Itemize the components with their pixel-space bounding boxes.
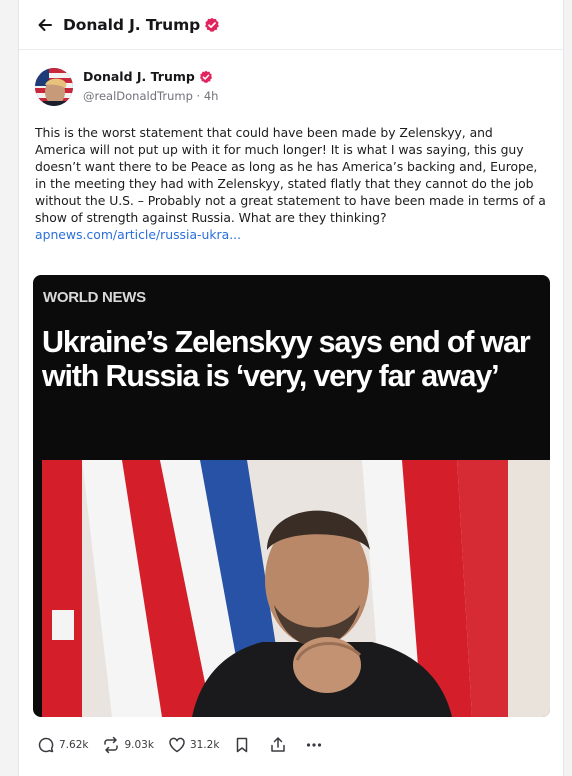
share-icon [271, 737, 286, 752]
bookmark-button[interactable] [233, 736, 251, 754]
post-actions: 7.62k 9.03k 31.2k [37, 736, 341, 754]
post-age[interactable]: 4h [204, 89, 219, 103]
author-name[interactable]: Donald J. Trump [83, 69, 218, 84]
author-handle[interactable]: @realDonaldTrump [83, 89, 193, 103]
repost-icon [104, 736, 119, 754]
like-button[interactable]: 31.2k [168, 736, 219, 754]
more-horizontal-icon [307, 743, 322, 747]
post: Donald J. Trump @realDonaldTrump · 4h Th… [19, 50, 563, 242]
card-headline: Ukraine’s Zelenskyy says end of war with… [42, 325, 531, 393]
post-link[interactable]: apnews.com/article/russia-ukra... [35, 227, 563, 242]
like-count: 31.2k [189, 739, 220, 751]
card-photo [42, 460, 550, 717]
link-preview-card[interactable]: WORLD NEWS Ukraine’s Zelenskyy says end … [33, 275, 550, 717]
repost-count: 9.03k [124, 739, 154, 751]
card-kicker: WORLD NEWS [43, 289, 146, 306]
more-options-button[interactable] [305, 736, 323, 754]
author-meta: Donald J. Trump @realDonaldTrump · 4h [83, 69, 218, 103]
bookmark-icon [237, 737, 248, 753]
share-button[interactable] [269, 736, 287, 754]
reply-button[interactable]: 7.62k [37, 736, 88, 754]
meta-separator: · [196, 89, 201, 103]
repost-button[interactable]: 9.03k [102, 736, 154, 754]
page-title: Donald J. Trump [63, 15, 201, 34]
arrow-left-icon [38, 18, 52, 31]
author-handle-row: @realDonaldTrump · 4h [83, 89, 218, 103]
comment-icon [38, 737, 54, 753]
heart-icon [169, 737, 185, 753]
verified-badge-icon [204, 17, 220, 33]
avatar[interactable] [35, 68, 73, 106]
page: Donald J. Trump Donald J. Trump @realDon… [18, 0, 564, 776]
post-body-text: This is the worst statement that could h… [35, 125, 546, 225]
back-button[interactable] [35, 15, 55, 35]
verified-badge-icon [199, 70, 213, 84]
post-author-row: Donald J. Trump @realDonaldTrump · 4h [19, 64, 563, 106]
author-name-text: Donald J. Trump [83, 69, 195, 84]
reply-count: 7.62k [59, 739, 89, 751]
page-header: Donald J. Trump [19, 0, 563, 50]
